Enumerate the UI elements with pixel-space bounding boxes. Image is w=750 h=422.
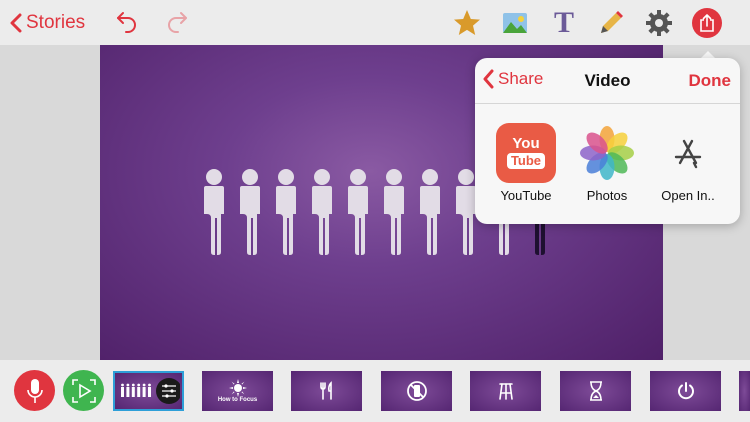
- power-icon: [677, 382, 694, 400]
- share-open-in[interactable]: Open In..: [653, 123, 723, 203]
- record-button[interactable]: [14, 370, 55, 411]
- share-youtube[interactable]: You Tube YouTube: [491, 123, 561, 203]
- share-icon: [700, 14, 714, 32]
- youtube-label: YouTube: [500, 188, 552, 203]
- popover-header: Share Video Done: [475, 58, 740, 104]
- undo-button[interactable]: [112, 8, 142, 38]
- star-icon: [454, 10, 480, 35]
- image-button[interactable]: [500, 8, 530, 38]
- image-icon: [503, 13, 527, 33]
- person-icon: [384, 169, 404, 255]
- text-icon: T: [553, 6, 574, 39]
- stool-icon: [498, 383, 513, 400]
- stories-back-label: Stories: [26, 12, 86, 33]
- undo-icon: [117, 12, 136, 33]
- slide-thumbnail-5[interactable]: [470, 371, 541, 411]
- person-icon: [312, 169, 332, 255]
- person-icon: [348, 169, 368, 255]
- play-button[interactable]: [63, 370, 104, 411]
- chevron-left-icon: [10, 13, 22, 33]
- done-button[interactable]: Done: [689, 71, 732, 91]
- person-icon: [204, 169, 224, 255]
- top-toolbar: Stories T: [0, 0, 750, 45]
- slide-thumbnail-1[interactable]: [113, 371, 184, 411]
- gear-icon: [646, 10, 672, 36]
- slide-thumbnail-2[interactable]: How to Focus: [202, 371, 273, 411]
- pencil-icon: [601, 11, 623, 33]
- microphone-icon: [26, 378, 43, 403]
- share-button[interactable]: [692, 8, 722, 38]
- share-popover: Share Video Done You Tube YouTube Photos…: [475, 58, 740, 224]
- redo-button[interactable]: [162, 8, 192, 38]
- timeline-bar: How to Focus: [0, 360, 750, 422]
- slide-thumbnail-7[interactable]: [650, 371, 721, 411]
- settings-button[interactable]: [644, 8, 674, 38]
- hourglass-icon: [589, 381, 602, 401]
- person-icon: [240, 169, 260, 255]
- people-sliders-icon: [120, 378, 180, 404]
- text-button[interactable]: T: [549, 8, 579, 38]
- slide-thumbnail-3[interactable]: [291, 371, 362, 411]
- slide-thumbnail-4[interactable]: [381, 371, 452, 411]
- slide-thumbnail-8-partial[interactable]: [739, 371, 750, 411]
- no-phone-icon: [406, 381, 427, 401]
- pencil-button[interactable]: [596, 8, 626, 38]
- open-in-label: Open In..: [661, 188, 715, 203]
- person-icon: [276, 169, 296, 255]
- youtube-logo-bottom: Tube: [506, 153, 546, 169]
- photos-icon: [577, 123, 637, 183]
- thumbnail-caption: How to Focus: [217, 397, 258, 403]
- app-store-icon: [658, 123, 718, 183]
- photos-label: Photos: [586, 188, 628, 203]
- youtube-icon: You Tube: [496, 123, 556, 183]
- stories-back-button[interactable]: Stories: [10, 10, 85, 36]
- fork-knife-icon: [319, 381, 332, 400]
- play-icon: [71, 378, 96, 403]
- redo-icon: [168, 12, 187, 33]
- slide-thumbnail-6[interactable]: [560, 371, 631, 411]
- star-button[interactable]: [452, 8, 482, 38]
- share-photos[interactable]: Photos: [572, 123, 642, 203]
- person-icon: [420, 169, 440, 255]
- sunburst-icon: [228, 379, 247, 397]
- youtube-logo-top: You: [512, 135, 540, 152]
